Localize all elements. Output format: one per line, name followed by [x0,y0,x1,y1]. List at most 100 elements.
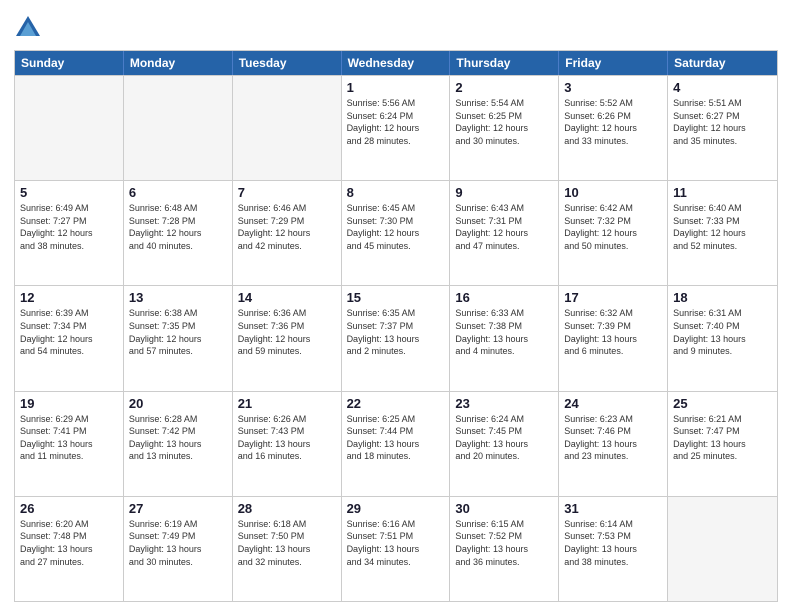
calendar-row-1: 1Sunrise: 5:56 AM Sunset: 6:24 PM Daylig… [15,75,777,180]
day-number: 17 [564,290,662,305]
calendar-header-friday: Friday [559,51,668,75]
cell-info: Sunrise: 6:40 AM Sunset: 7:33 PM Dayligh… [673,202,772,252]
cell-info: Sunrise: 5:51 AM Sunset: 6:27 PM Dayligh… [673,97,772,147]
day-number: 10 [564,185,662,200]
header [14,10,778,42]
calendar-cell-5-1: 26 Sunrise: 6:20 AM Sunset: 7:48 PM Dayli… [15,497,124,601]
calendar-row-2: 5 Sunrise: 6:49 AM Sunset: 7:27 PM Daylig… [15,180,777,285]
calendar-cell-1-6: 3 Sunrise: 5:52 AM Sunset: 6:26 PM Daylig… [559,76,668,180]
day-number: 6 [129,185,227,200]
calendar: SundayMondayTuesdayWednesdayThursdayFrid… [14,50,778,602]
calendar-cell-2-2: 6 Sunrise: 6:48 AM Sunset: 7:28 PM Daylig… [124,181,233,285]
calendar-cell-4-2: 20 Sunrise: 6:28 AM Sunset: 7:42 PM Dayli… [124,392,233,496]
calendar-cell-4-4: 22 Sunrise: 6:25 AM Sunset: 7:44 PM Dayli… [342,392,451,496]
day-number: 5 [20,185,118,200]
cell-info: Sunrise: 6:33 AM Sunset: 7:38 PM Dayligh… [455,307,553,357]
day-number: 24 [564,396,662,411]
calendar-cell-1-5: 2 Sunrise: 5:54 AM Sunset: 6:25 PM Daylig… [450,76,559,180]
calendar-cell-1-3 [233,76,342,180]
cell-info: Sunrise: 6:18 AM Sunset: 7:50 PM Dayligh… [238,518,336,568]
calendar-header-tuesday: Tuesday [233,51,342,75]
cell-info: Sunrise: 6:16 AM Sunset: 7:51 PM Dayligh… [347,518,445,568]
day-number: 20 [129,396,227,411]
cell-info: Sunrise: 6:28 AM Sunset: 7:42 PM Dayligh… [129,413,227,463]
calendar-cell-3-6: 17 Sunrise: 6:32 AM Sunset: 7:39 PM Dayli… [559,286,668,390]
day-number: 9 [455,185,553,200]
day-number: 15 [347,290,445,305]
logo [14,14,46,42]
calendar-header-wednesday: Wednesday [342,51,451,75]
cell-info: Sunrise: 6:15 AM Sunset: 7:52 PM Dayligh… [455,518,553,568]
cell-info: Sunrise: 6:20 AM Sunset: 7:48 PM Dayligh… [20,518,118,568]
calendar-cell-1-7: 4Sunrise: 5:51 AM Sunset: 6:27 PM Daylig… [668,76,777,180]
day-number: 12 [20,290,118,305]
calendar-cell-3-1: 12 Sunrise: 6:39 AM Sunset: 7:34 PM Dayli… [15,286,124,390]
calendar-row-4: 19 Sunrise: 6:29 AM Sunset: 7:41 PM Dayli… [15,391,777,496]
calendar-row-3: 12 Sunrise: 6:39 AM Sunset: 7:34 PM Dayli… [15,285,777,390]
calendar-cell-4-6: 24Sunrise: 6:23 AM Sunset: 7:46 PM Dayli… [559,392,668,496]
day-number: 26 [20,501,118,516]
calendar-cell-2-4: 8 Sunrise: 6:45 AM Sunset: 7:30 PM Daylig… [342,181,451,285]
day-number: 18 [673,290,772,305]
cell-info: Sunrise: 6:45 AM Sunset: 7:30 PM Dayligh… [347,202,445,252]
cell-info: Sunrise: 6:49 AM Sunset: 7:27 PM Dayligh… [20,202,118,252]
calendar-cell-3-5: 16Sunrise: 6:33 AM Sunset: 7:38 PM Dayli… [450,286,559,390]
calendar-cell-5-4: 29 Sunrise: 6:16 AM Sunset: 7:51 PM Dayli… [342,497,451,601]
cell-info: Sunrise: 6:48 AM Sunset: 7:28 PM Dayligh… [129,202,227,252]
calendar-cell-3-4: 15 Sunrise: 6:35 AM Sunset: 7:37 PM Dayli… [342,286,451,390]
cell-info: Sunrise: 6:19 AM Sunset: 7:49 PM Dayligh… [129,518,227,568]
calendar-cell-4-3: 21Sunrise: 6:26 AM Sunset: 7:43 PM Dayli… [233,392,342,496]
day-number: 2 [455,80,553,95]
cell-info: Sunrise: 5:54 AM Sunset: 6:25 PM Dayligh… [455,97,553,147]
calendar-cell-4-5: 23 Sunrise: 6:24 AM Sunset: 7:45 PM Dayli… [450,392,559,496]
calendar-cell-3-2: 13Sunrise: 6:38 AM Sunset: 7:35 PM Dayli… [124,286,233,390]
cell-info: Sunrise: 6:21 AM Sunset: 7:47 PM Dayligh… [673,413,772,463]
cell-info: Sunrise: 6:32 AM Sunset: 7:39 PM Dayligh… [564,307,662,357]
calendar-cell-5-7 [668,497,777,601]
logo-icon [14,14,42,42]
day-number: 21 [238,396,336,411]
calendar-cell-2-6: 10 Sunrise: 6:42 AM Sunset: 7:32 PM Dayli… [559,181,668,285]
day-number: 3 [564,80,662,95]
calendar-cell-1-1 [15,76,124,180]
day-number: 28 [238,501,336,516]
day-number: 8 [347,185,445,200]
cell-info: Sunrise: 6:36 AM Sunset: 7:36 PM Dayligh… [238,307,336,357]
calendar-cell-4-1: 19 Sunrise: 6:29 AM Sunset: 7:41 PM Dayli… [15,392,124,496]
calendar-cell-5-2: 27 Sunrise: 6:19 AM Sunset: 7:49 PM Dayli… [124,497,233,601]
cell-info: Sunrise: 6:39 AM Sunset: 7:34 PM Dayligh… [20,307,118,357]
calendar-cell-4-7: 25 Sunrise: 6:21 AM Sunset: 7:47 PM Dayli… [668,392,777,496]
cell-info: Sunrise: 6:38 AM Sunset: 7:35 PM Dayligh… [129,307,227,357]
cell-info: Sunrise: 6:25 AM Sunset: 7:44 PM Dayligh… [347,413,445,463]
calendar-cell-3-7: 18Sunrise: 6:31 AM Sunset: 7:40 PM Dayli… [668,286,777,390]
calendar-cell-5-5: 30 Sunrise: 6:15 AM Sunset: 7:52 PM Dayli… [450,497,559,601]
calendar-header-monday: Monday [124,51,233,75]
calendar-body: 1Sunrise: 5:56 AM Sunset: 6:24 PM Daylig… [15,75,777,601]
day-number: 25 [673,396,772,411]
day-number: 22 [347,396,445,411]
day-number: 11 [673,185,772,200]
calendar-header-thursday: Thursday [450,51,559,75]
day-number: 19 [20,396,118,411]
day-number: 30 [455,501,553,516]
calendar-header-saturday: Saturday [668,51,777,75]
calendar-cell-1-4: 1Sunrise: 5:56 AM Sunset: 6:24 PM Daylig… [342,76,451,180]
cell-info: Sunrise: 6:29 AM Sunset: 7:41 PM Dayligh… [20,413,118,463]
calendar-cell-3-3: 14 Sunrise: 6:36 AM Sunset: 7:36 PM Dayli… [233,286,342,390]
cell-info: Sunrise: 6:35 AM Sunset: 7:37 PM Dayligh… [347,307,445,357]
day-number: 14 [238,290,336,305]
calendar-cell-2-3: 7 Sunrise: 6:46 AM Sunset: 7:29 PM Daylig… [233,181,342,285]
day-number: 31 [564,501,662,516]
day-number: 29 [347,501,445,516]
day-number: 23 [455,396,553,411]
cell-info: Sunrise: 6:46 AM Sunset: 7:29 PM Dayligh… [238,202,336,252]
calendar-header: SundayMondayTuesdayWednesdayThursdayFrid… [15,51,777,75]
cell-info: Sunrise: 6:42 AM Sunset: 7:32 PM Dayligh… [564,202,662,252]
cell-info: Sunrise: 6:24 AM Sunset: 7:45 PM Dayligh… [455,413,553,463]
cell-info: Sunrise: 5:52 AM Sunset: 6:26 PM Dayligh… [564,97,662,147]
calendar-cell-1-2 [124,76,233,180]
cell-info: Sunrise: 6:14 AM Sunset: 7:53 PM Dayligh… [564,518,662,568]
day-number: 7 [238,185,336,200]
day-number: 27 [129,501,227,516]
page: SundayMondayTuesdayWednesdayThursdayFrid… [0,0,792,612]
